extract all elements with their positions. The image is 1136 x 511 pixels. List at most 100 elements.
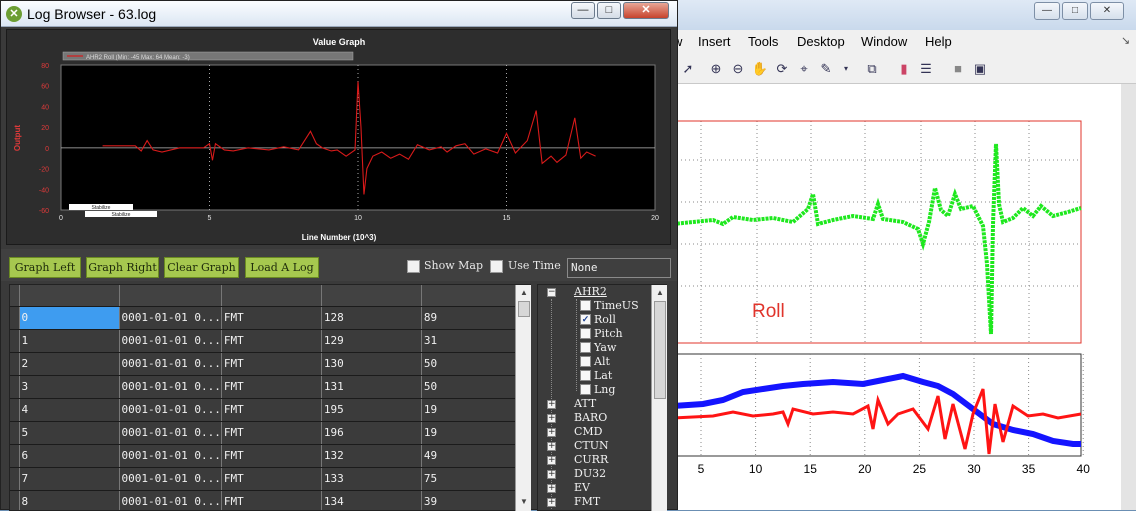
insert-legend-icon[interactable]: ☰ (917, 60, 935, 78)
log-data-grid[interactable]: 0 0001-01-01 0... FMT 128 89 1 0001-01-01 0...… (9, 284, 531, 511)
table-cell[interactable]: 4 (19, 398, 120, 422)
table-cell[interactable]: 31 (421, 329, 518, 353)
table-row[interactable]: 4 0001-01-01 0... FMT 195 19 (10, 398, 518, 422)
expand-icon[interactable]: + (547, 470, 556, 479)
table-cell[interactable]: 196 (321, 421, 422, 445)
table-cell[interactable]: FMT (221, 490, 322, 510)
table-cell[interactable]: 132 (321, 444, 422, 468)
figure-close-button[interactable]: ✕ (1090, 2, 1124, 20)
table-cell[interactable]: 2 (19, 352, 120, 376)
minimize-button[interactable]: — (571, 2, 595, 19)
tree-scroll-thumb[interactable] (654, 301, 666, 399)
field-checkbox[interactable]: ✓ (580, 314, 591, 325)
menu-help[interactable]: Help (925, 34, 952, 49)
grid-scroll-thumb[interactable] (518, 301, 530, 317)
expand-icon[interactable]: + (547, 498, 556, 507)
table-cell[interactable]: 0001-01-01 0... (119, 329, 222, 353)
close-button[interactable]: ✕ (623, 2, 669, 19)
table-cell[interactable]: 6 (19, 444, 120, 468)
tree-field-label[interactable]: Alt (594, 355, 610, 368)
pan-hand-icon[interactable]: ✋ (751, 60, 769, 78)
table-cell[interactable]: 133 (321, 467, 422, 491)
tree-node[interactable]: DU32 (574, 467, 606, 480)
table-row[interactable]: 5 0001-01-01 0... FMT 196 19 (10, 421, 518, 445)
table-cell[interactable]: FMT (221, 352, 322, 376)
graph-type-select[interactable]: None (567, 258, 671, 278)
zoom-in-icon[interactable]: ⊕ (707, 60, 725, 78)
brush-dropdown-icon[interactable]: ▾ (837, 60, 855, 78)
field-checkbox[interactable] (580, 342, 591, 353)
table-row[interactable]: 2 0001-01-01 0... FMT 130 50 (10, 352, 518, 376)
table-row[interactable]: 6 0001-01-01 0... FMT 132 49 (10, 444, 518, 468)
table-cell[interactable]: 0 (19, 306, 120, 330)
table-cell[interactable]: 128 (321, 306, 422, 330)
table-cell[interactable]: 19 (421, 398, 518, 422)
table-cell[interactable]: 49 (421, 444, 518, 468)
table-cell[interactable]: 50 (421, 375, 518, 399)
table-cell[interactable]: 130 (321, 352, 422, 376)
field-checkbox[interactable] (580, 356, 591, 367)
row-header[interactable] (10, 467, 20, 491)
use-time-checkbox[interactable] (490, 260, 503, 273)
table-cell[interactable]: 89 (421, 306, 518, 330)
table-cell[interactable]: 0001-01-01 0... (119, 375, 222, 399)
tree-scroll-up-arrow-icon[interactable]: ▲ (653, 286, 667, 300)
table-cell[interactable]: FMT (221, 421, 322, 445)
row-header[interactable] (10, 375, 20, 399)
column-header[interactable] (421, 285, 518, 307)
insert-colorbar-icon[interactable]: ▮ (895, 60, 913, 78)
row-header[interactable] (10, 398, 20, 422)
restore-button[interactable]: □ (597, 2, 621, 19)
scroll-down-arrow-icon[interactable]: ▼ (517, 495, 531, 509)
collapse-icon[interactable]: − (547, 288, 556, 297)
tree-node[interactable]: CURR (574, 453, 608, 466)
row-header[interactable] (10, 306, 20, 330)
rotate-3d-icon[interactable]: ⟳ (773, 60, 791, 78)
zoom-out-icon[interactable]: ⊖ (729, 60, 747, 78)
row-header[interactable] (10, 444, 20, 468)
column-header[interactable] (321, 285, 422, 307)
expand-icon[interactable]: + (547, 484, 556, 493)
menu-tools[interactable]: Tools (748, 34, 778, 49)
figure-minimize-button[interactable]: — (1034, 2, 1060, 20)
table-cell[interactable]: 129 (321, 329, 422, 353)
table-cell[interactable]: 75 (421, 467, 518, 491)
field-checkbox[interactable] (580, 384, 591, 395)
link-plot-icon[interactable]: ⧉ (863, 60, 881, 78)
table-cell[interactable]: 3 (19, 375, 120, 399)
expand-icon[interactable]: + (547, 400, 556, 409)
load-log-button[interactable]: Load A Log (245, 257, 319, 278)
menu-window[interactable]: Window (861, 34, 907, 49)
expand-icon[interactable]: + (547, 456, 556, 465)
tree-node[interactable]: CTUN (574, 439, 609, 452)
brush-icon[interactable]: ✎ (817, 60, 835, 78)
field-checkbox[interactable] (580, 328, 591, 339)
table-row[interactable]: 3 0001-01-01 0... FMT 131 50 (10, 375, 518, 399)
expand-icon[interactable]: + (547, 442, 556, 451)
tree-node[interactable]: ATT (574, 397, 596, 410)
table-cell[interactable]: FMT (221, 398, 322, 422)
field-checkbox[interactable] (580, 300, 591, 311)
tree-field-label[interactable]: TimeUS (594, 299, 639, 312)
table-cell[interactable]: 0001-01-01 0... (119, 306, 222, 330)
menu-insert[interactable]: Insert (698, 34, 731, 49)
table-cell[interactable]: 8 (19, 490, 120, 510)
clear-graph-button[interactable]: Clear Graph (164, 257, 239, 278)
scroll-up-arrow-icon[interactable]: ▲ (517, 286, 531, 300)
show-map-checkbox[interactable] (407, 260, 420, 273)
hide-plot-tools-icon[interactable]: ■ (949, 60, 967, 78)
table-cell[interactable]: 0001-01-01 0... (119, 398, 222, 422)
table-cell[interactable]: FMT (221, 467, 322, 491)
table-cell[interactable]: FMT (221, 375, 322, 399)
table-cell[interactable]: 0001-01-01 0... (119, 490, 222, 510)
tree-field-label[interactable]: Roll (594, 313, 616, 326)
row-header[interactable] (10, 329, 20, 353)
tree-node[interactable]: FMT (574, 495, 600, 508)
tree-node[interactable]: BARO (574, 411, 607, 424)
data-cursor-icon[interactable]: ⌖ (795, 60, 813, 78)
expand-icon[interactable]: + (547, 428, 556, 437)
column-header[interactable] (119, 285, 222, 307)
graph-right-button[interactable]: Graph Right (86, 257, 159, 278)
tree-field-label[interactable]: Lat (594, 369, 612, 382)
table-cell[interactable]: 39 (421, 490, 518, 510)
